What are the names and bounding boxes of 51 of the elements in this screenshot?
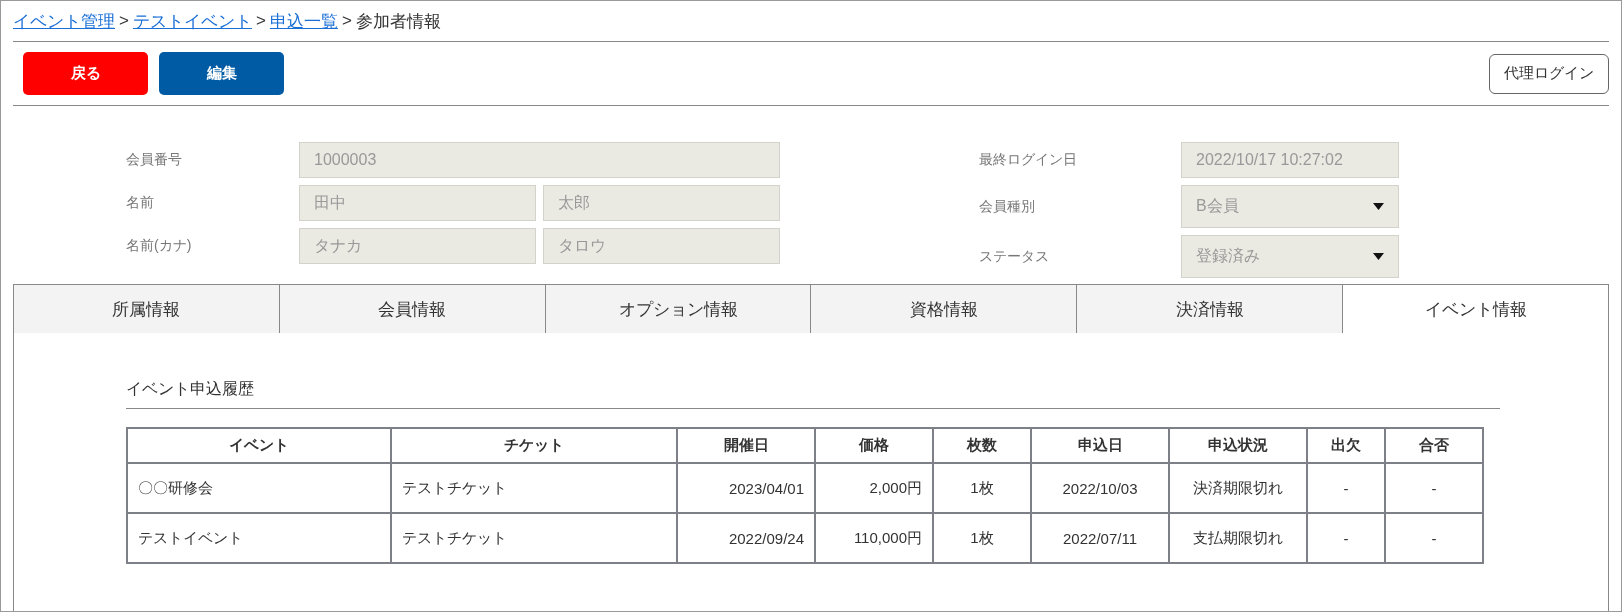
dropdown-caret-icon bbox=[1373, 253, 1384, 260]
table-cell: - bbox=[1385, 463, 1483, 513]
breadcrumb-current: 参加者情報 bbox=[355, 10, 441, 33]
column-header: 枚数 bbox=[933, 428, 1031, 463]
table-cell: 〇〇研修会 bbox=[127, 463, 391, 513]
table-cell: テストチケット bbox=[391, 513, 677, 563]
table-cell: 2022/09/24 bbox=[677, 513, 815, 563]
column-header: 価格 bbox=[815, 428, 933, 463]
table-cell: - bbox=[1307, 463, 1385, 513]
field-label: 名前 bbox=[126, 193, 155, 212]
column-header: イベント bbox=[127, 428, 391, 463]
table-cell: 2022/07/11 bbox=[1031, 513, 1169, 563]
table-cell: テストチケット bbox=[391, 463, 677, 513]
proxy-login-button[interactable]: 代理ログイン bbox=[1489, 53, 1609, 94]
field-label: 最終ログイン日 bbox=[979, 150, 1078, 169]
column-header: 合否 bbox=[1385, 428, 1483, 463]
tab[interactable]: 決済情報 bbox=[1077, 285, 1344, 333]
table-cell: - bbox=[1307, 513, 1385, 563]
tab[interactable]: 所属情報 bbox=[14, 285, 280, 333]
column-header: 申込状況 bbox=[1169, 428, 1307, 463]
column-header: 開催日 bbox=[677, 428, 815, 463]
breadcrumb-link[interactable]: テストイベント bbox=[132, 9, 252, 33]
breadcrumb-separator: > bbox=[255, 11, 266, 31]
section-heading: イベント申込履歴 bbox=[126, 379, 1500, 409]
table-cell: 支払期限切れ bbox=[1169, 513, 1307, 563]
field-label: 会員番号 bbox=[126, 150, 183, 169]
breadcrumb-link[interactable]: 申込一覧 bbox=[269, 9, 338, 33]
back-button[interactable]: 戻る bbox=[23, 52, 148, 95]
table-cell: 2,000円 bbox=[815, 463, 933, 513]
column-header: チケット bbox=[391, 428, 677, 463]
table-cell: 2022/10/03 bbox=[1031, 463, 1169, 513]
breadcrumb-separator: > bbox=[119, 11, 129, 31]
table-cell: 1枚 bbox=[933, 513, 1031, 563]
column-header: 出欠 bbox=[1307, 428, 1385, 463]
table-cell: - bbox=[1385, 513, 1483, 563]
table-cell: 決済期限切れ bbox=[1169, 463, 1307, 513]
table-cell: 1枚 bbox=[933, 463, 1031, 513]
field-label: 名前(カナ) bbox=[126, 236, 193, 255]
breadcrumb-link[interactable]: イベント管理 bbox=[13, 9, 115, 33]
column-header: 申込日 bbox=[1031, 428, 1169, 463]
table-cell: 2023/04/01 bbox=[677, 463, 815, 513]
edit-button[interactable]: 編集 bbox=[159, 52, 284, 95]
dropdown-caret-icon bbox=[1373, 203, 1384, 210]
breadcrumb-separator: > bbox=[341, 11, 352, 31]
field-label: ステータス bbox=[979, 246, 1050, 266]
table-cell: 110,000円 bbox=[815, 513, 933, 563]
tab[interactable]: 資格情報 bbox=[811, 285, 1078, 333]
field-label: 会員種別 bbox=[979, 196, 1036, 216]
table-cell: テストイベント bbox=[127, 513, 391, 563]
tab[interactable]: 会員情報 bbox=[279, 285, 546, 333]
tab[interactable]: オプション情報 bbox=[545, 285, 812, 333]
